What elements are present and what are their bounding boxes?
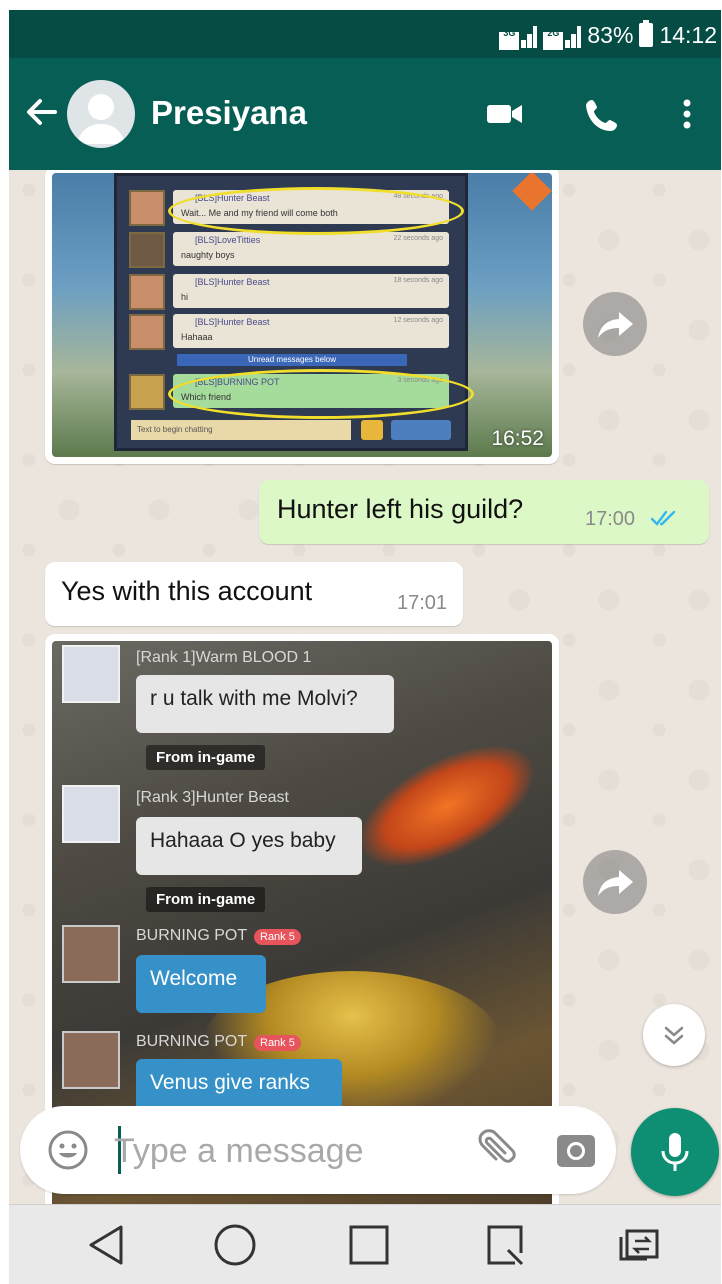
message-time: 17:00 [585, 508, 636, 530]
player-name: [Rank 1]Warm BLOOD 1 [136, 649, 312, 666]
phone-screen: 3G 2G 83% 14:12 Presiyana [BLS]Hunter Be… [9, 10, 721, 1284]
game-chat-bubble: Welcome [136, 955, 266, 1013]
battery-icon [639, 20, 654, 47]
status-bar: 3G 2G 83% 14:12 [9, 10, 721, 58]
signal-3g-icon: 3G [499, 20, 538, 50]
game-chat-screenshot: [BLS]Hunter Beast Wait... Me and my frien… [52, 173, 552, 457]
game-chat-row: [BLS]Hunter Beast Hahaaa 12 seconds ago [129, 314, 451, 350]
game-avatar [129, 190, 165, 226]
incoming-message[interactable]: Yes with this account 17:01 [45, 562, 463, 626]
player-name: BURNING POT [136, 1033, 248, 1050]
camera-icon[interactable] [554, 1128, 598, 1172]
outgoing-message[interactable]: Hunter left his guild? 17:00 [259, 480, 709, 544]
player-avatar [62, 1031, 120, 1089]
read-ticks-icon [650, 510, 676, 526]
battery-percent: 83% [587, 21, 634, 48]
close-icon [512, 173, 552, 211]
nav-home-icon[interactable] [205, 1217, 265, 1273]
player-avatar [62, 645, 120, 703]
default-avatar-icon [77, 94, 125, 144]
message-text: Yes with this account [61, 576, 313, 606]
emoji-icon[interactable] [46, 1128, 90, 1172]
highlight-oval [168, 187, 464, 235]
avatar[interactable] [67, 80, 135, 148]
game-avatar [129, 274, 165, 310]
highlight-oval [168, 369, 474, 419]
nav-back-icon[interactable] [77, 1217, 137, 1273]
unread-divider: Unread messages below [177, 354, 407, 366]
game-avatar [129, 374, 165, 410]
nav-recents-icon[interactable] [339, 1217, 399, 1273]
game-chat-row: [BLS]LoveTitties naughty boys 22 seconds a… [129, 232, 451, 268]
message-time: 16:52 [491, 427, 544, 450]
message-list[interactable]: [BLS]Hunter Beast Wait... Me and my frien… [9, 170, 721, 1204]
player-avatar [62, 925, 120, 983]
game-avatar [129, 314, 165, 350]
message-text: Hunter left his guild? [277, 494, 524, 524]
back-arrow-icon[interactable] [21, 92, 61, 132]
player-name: BURNING POT [136, 927, 248, 944]
image-message[interactable]: [BLS]Hunter Beast Wait... Me and my frien… [45, 170, 559, 464]
message-time: 17:01 [397, 592, 448, 614]
message-composer [20, 1106, 616, 1194]
rank-badge: Rank 5 [254, 929, 301, 945]
game-input: Text to begin chatting [131, 420, 351, 440]
chevron-double-down-icon [664, 1026, 684, 1045]
fire-effect [341, 721, 552, 891]
nav-capture-icon[interactable] [475, 1217, 535, 1273]
attach-icon[interactable] [470, 1126, 518, 1174]
contact-name[interactable]: Presiyana [151, 94, 307, 132]
clock: 14:12 [659, 21, 717, 48]
phone-icon[interactable] [581, 94, 625, 134]
player-name: [Rank 3]Hunter Beast [136, 789, 289, 806]
scroll-to-bottom-button[interactable] [643, 1004, 705, 1066]
forward-icon [598, 312, 633, 338]
mic-button[interactable] [631, 1108, 719, 1196]
video-call-icon[interactable] [483, 94, 527, 134]
chat-header: Presiyana [9, 58, 721, 170]
message-input[interactable] [112, 1124, 446, 1178]
forward-icon [598, 870, 633, 896]
game-emoji-button [361, 420, 383, 440]
game-chat-bubble: Hahaaa O yes baby [136, 817, 362, 875]
nav-dual-window-icon[interactable] [609, 1217, 669, 1273]
from-in-game-tag: From in-game [146, 887, 266, 912]
game-chat-bubble: r u talk with me Molvi? [136, 675, 394, 733]
more-vert-icon[interactable] [665, 94, 709, 134]
from-in-game-tag: From in-game [146, 745, 266, 770]
forward-button[interactable] [583, 850, 647, 914]
game-send-button [391, 420, 451, 440]
mic-icon [661, 1133, 689, 1171]
signal-2g-icon: 2G [543, 20, 582, 50]
system-nav-bar [9, 1204, 721, 1284]
game-avatar [129, 232, 165, 268]
forward-button[interactable] [583, 292, 647, 356]
game-chat-row: [BLS]Hunter Beast hi 18 seconds ago [129, 274, 451, 310]
rank-badge: Rank 5 [254, 1035, 301, 1051]
player-avatar [62, 785, 120, 843]
